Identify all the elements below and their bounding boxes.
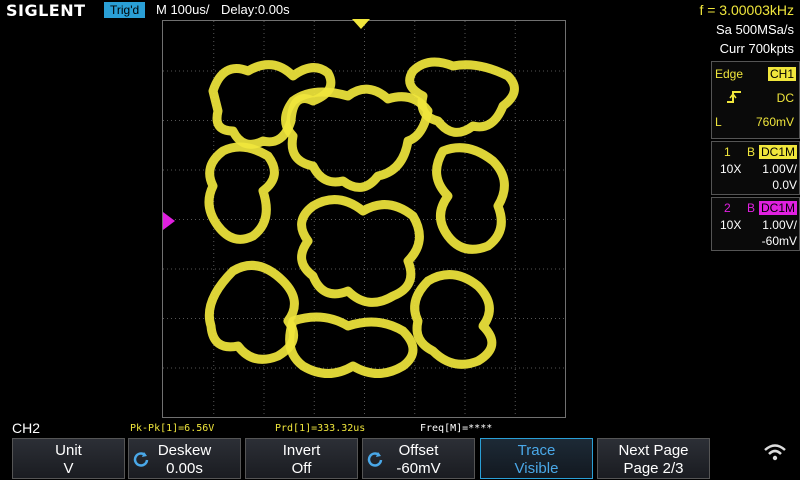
softkey-deskew[interactable]: Deskew 0.00s — [128, 438, 241, 479]
xy-trace-segment — [297, 195, 424, 307]
waveform-grid — [162, 20, 566, 418]
trigger-position-marker[interactable] — [352, 19, 370, 29]
softkey-value: V — [63, 460, 74, 477]
ch2-panel[interactable]: 2 B DC1M 10X 1.00V/ -60mV — [711, 197, 800, 251]
softkey-label: Deskew — [157, 442, 212, 459]
graticule — [163, 21, 564, 414]
delay-readout[interactable]: Delay:0.00s — [221, 2, 290, 18]
measure-period: Prd[1]=333.32us — [275, 423, 366, 434]
ch2-coupling: DC1M — [758, 201, 797, 215]
xy-trace-segment — [204, 260, 299, 364]
trigger-source: CH1 — [767, 67, 796, 81]
trigger-level: 760mV — [755, 115, 794, 129]
ch2-scale: 1.00V/ — [762, 218, 797, 232]
softkey-invert[interactable]: Invert Off — [245, 438, 358, 479]
softkey-label: Next Page — [618, 442, 689, 459]
ch2-probe: 10X — [720, 218, 742, 232]
trigger-panel[interactable]: Edge CH1 DC L 760mV — [711, 61, 800, 139]
top-status-bar: SIGLENT Trig'd M 100us/ Delay:0.00s f = … — [0, 0, 800, 20]
timebase-readout[interactable]: M 100us/ — [156, 2, 209, 18]
wifi-icon[interactable] — [760, 438, 790, 468]
rising-edge-icon — [726, 90, 742, 107]
trigger-type: Edge — [715, 67, 744, 81]
trigger-status-badge: Trig'd — [104, 2, 146, 18]
softkey-label: Unit — [55, 442, 82, 459]
brand-logo: SIGLENT — [6, 1, 86, 20]
softkey-value: Page 2/3 — [623, 460, 684, 477]
ch1-coupling: DC1M — [758, 145, 797, 159]
ch1-number: 1 — [724, 145, 731, 159]
ch1-probe: 10X — [720, 162, 742, 176]
softkey-label: Offset — [398, 442, 439, 459]
xy-trace-segment — [432, 143, 509, 254]
measure-pkpk: Pk-Pk[1]=6.56V — [130, 423, 215, 434]
softkey-value: 0.00s — [166, 460, 203, 477]
xy-trace — [204, 57, 519, 378]
memory-depth: Curr 700kpts — [719, 41, 794, 56]
trigger-level-label: L — [715, 115, 722, 129]
measure-freq: Freq[M]=**** — [420, 423, 493, 434]
softkey-label: Trace — [517, 442, 556, 459]
softkey-trace[interactable]: Trace Visible — [480, 438, 593, 479]
ch1-offset: 0.0V — [772, 178, 797, 192]
ch1-bw-flag: B — [747, 145, 756, 159]
xy-trace-segment — [208, 60, 336, 149]
active-channel-label: CH2 — [12, 420, 41, 436]
trigger-coupling: DC — [776, 91, 794, 105]
frequency-counter: f = 3.00003kHz — [699, 2, 794, 18]
xy-trace-segment — [204, 142, 279, 244]
softkey-label: Invert — [282, 442, 321, 459]
ch1-scale: 1.00V/ — [762, 162, 797, 176]
xy-trace-segment — [410, 270, 497, 369]
softkey-unit[interactable]: Unit V — [12, 438, 125, 479]
ch1-panel[interactable]: 1 B DC1M 10X 1.00V/ 0.0V — [711, 141, 800, 195]
xy-trace-segment — [285, 312, 418, 378]
sample-rate: Sa 500MSa/s — [715, 22, 794, 37]
ch2-bw-flag: B — [747, 201, 756, 215]
softkey-value: -60mV — [396, 460, 441, 477]
xy-trace-segment — [281, 84, 433, 192]
ch2-offset: -60mV — [761, 234, 797, 248]
softkey-next-page[interactable]: Next Page Page 2/3 — [597, 438, 710, 479]
ch2-number: 2 — [724, 201, 731, 215]
softkey-value: Off — [291, 460, 312, 477]
softkey-offset[interactable]: Offset -60mV — [362, 438, 475, 479]
softkey-value: Visible — [514, 460, 559, 477]
ch2-offset-marker[interactable] — [163, 212, 175, 230]
